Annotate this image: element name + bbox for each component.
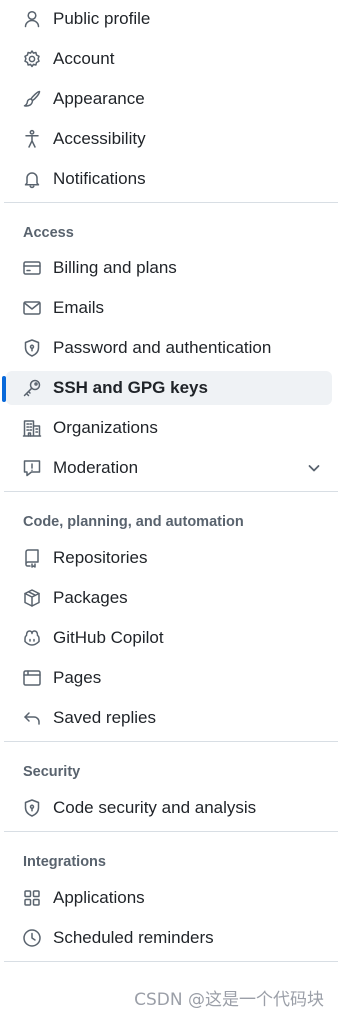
section-heading-security: Security [23, 764, 81, 780]
nav-item-code-security[interactable]: Code security and analysis [6, 791, 332, 825]
nav-item-label: Account [53, 49, 115, 68]
nav-item-organizations[interactable]: Organizations [6, 411, 332, 445]
person-icon [22, 9, 42, 29]
nav-item-scheduled-reminders[interactable]: Scheduled reminders [6, 921, 332, 955]
nav-item-moderation[interactable]: Moderation [6, 451, 332, 485]
nav-item-emails[interactable]: Emails [6, 291, 332, 325]
nav-item-label: Password and authentication [53, 338, 272, 357]
nav-item-label: Code security and analysis [53, 798, 257, 817]
nav-item-label: Pages [53, 668, 102, 687]
copilot-icon [22, 628, 42, 648]
report-icon [22, 458, 42, 478]
mail-icon [22, 298, 42, 318]
section-divider [4, 961, 338, 962]
nav-item-github-copilot[interactable]: GitHub Copilot [6, 621, 332, 655]
nav-item-label: Appearance [53, 89, 145, 108]
nav-item-label: Billing and plans [53, 258, 177, 277]
nav-item-label: Repositories [53, 548, 148, 567]
reply-icon [22, 708, 42, 728]
paintbrush-icon [22, 89, 42, 109]
nav-item-accessibility[interactable]: Accessibility [6, 122, 332, 156]
gear-icon [22, 49, 42, 69]
nav-item-saved-replies[interactable]: Saved replies [6, 701, 332, 735]
settings-sidebar: Public profile Account Appearance Access… [0, 0, 338, 962]
nav-item-label: SSH and GPG keys [53, 378, 208, 397]
nav-item-ssh-gpg-keys[interactable]: SSH and GPG keys [2, 371, 332, 405]
section-heading-code: Code, planning, and automation [23, 514, 244, 530]
nav-item-account[interactable]: Account [6, 42, 332, 76]
nav-item-repositories[interactable]: Repositories [6, 541, 332, 575]
nav-item-label: Packages [53, 588, 128, 607]
nav-item-packages[interactable]: Packages [6, 581, 332, 615]
nav-item-label: Scheduled reminders [53, 928, 214, 947]
accessibility-icon [22, 129, 42, 149]
key-icon [22, 378, 42, 398]
shield-lock-icon [22, 338, 42, 358]
apps-icon [22, 888, 42, 908]
watermark: CSDN @这是一个代码块 [134, 990, 324, 1010]
nav-item-label: Organizations [53, 418, 158, 437]
nav-item-label: Moderation [53, 458, 139, 477]
nav-item-appearance[interactable]: Appearance [6, 82, 332, 116]
nav-item-billing[interactable]: Billing and plans [6, 251, 332, 285]
nav-item-label: Applications [53, 888, 145, 907]
nav-item-pages[interactable]: Pages [6, 661, 332, 695]
credit-card-icon [22, 258, 42, 278]
nav-item-password[interactable]: Password and authentication [6, 331, 332, 365]
clock-icon [22, 928, 42, 948]
nav-item-label: Saved replies [53, 708, 157, 727]
nav-item-label: Accessibility [53, 129, 146, 148]
repo-icon [22, 548, 42, 568]
nav-item-applications[interactable]: Applications [6, 881, 332, 915]
chevron-down-icon[interactable] [306, 460, 322, 476]
nav-item-public-profile[interactable]: Public profile [6, 2, 332, 36]
nav-item-label: Public profile [53, 9, 151, 28]
nav-item-label: Emails [53, 298, 105, 317]
package-icon [22, 588, 42, 608]
nav-item-label: GitHub Copilot [53, 628, 164, 647]
organization-icon [22, 418, 42, 438]
section-heading-integrations: Integrations [23, 854, 106, 870]
browser-icon [22, 668, 42, 688]
shield-lock-icon [22, 798, 42, 818]
nav-item-notifications[interactable]: Notifications [6, 162, 332, 196]
section-heading-access: Access [23, 225, 74, 241]
nav-item-label: Notifications [53, 169, 146, 188]
bell-icon [22, 169, 42, 189]
